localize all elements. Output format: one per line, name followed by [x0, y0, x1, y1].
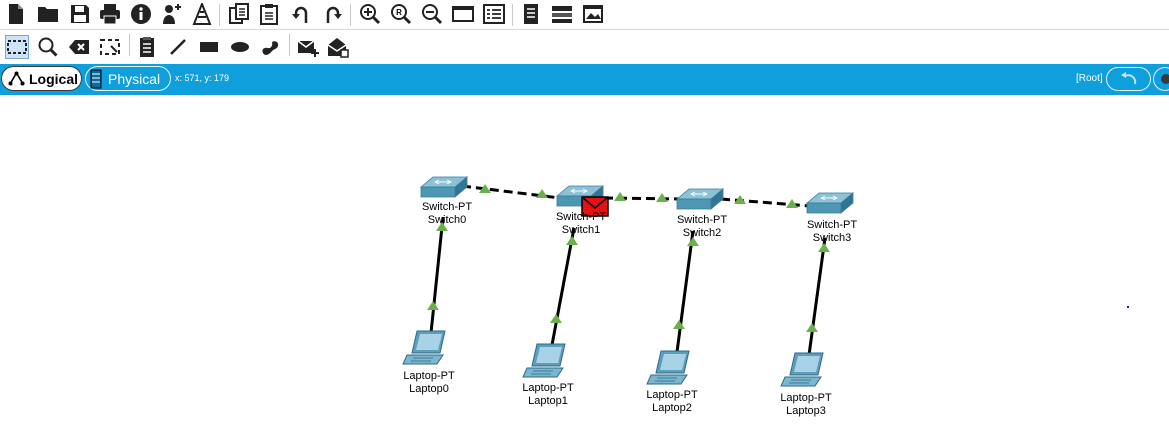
laptop0-icon[interactable] — [402, 330, 446, 365]
zoom-in-icon[interactable] — [358, 2, 382, 26]
notes-icon[interactable] — [519, 2, 543, 26]
laptop1-icon[interactable] — [522, 343, 566, 378]
link-laptop3-switch3[interactable] — [807, 237, 827, 356]
info-icon[interactable] — [129, 2, 153, 26]
tab-physical[interactable]: Physical — [85, 66, 171, 91]
link-laptop1-switch1[interactable] — [550, 227, 576, 346]
back-button[interactable] — [1106, 67, 1151, 91]
link-status-up-icon — [673, 320, 685, 329]
laptop3-type: Laptop-PT — [780, 392, 832, 404]
link-status-up-icon — [566, 236, 578, 245]
laptop2-icon[interactable] — [646, 350, 690, 385]
draw-ellipse-icon[interactable] — [228, 35, 252, 59]
switch2-type: Switch-PT — [676, 214, 728, 226]
paste-icon[interactable] — [257, 2, 281, 26]
link-switch2-switch3[interactable] — [720, 197, 811, 208]
main-toolbar: R — [0, 0, 1169, 30]
physical-view-icon — [90, 69, 102, 89]
switch1-type: Switch-PT — [555, 211, 607, 223]
switch3-icon[interactable] — [806, 192, 854, 214]
tools-toolbar — [0, 30, 1169, 64]
link-status-up-icon — [427, 301, 439, 310]
logical-workspace[interactable]: Switch-PT Switch0 Switch-PT Switch1 Swit… — [0, 95, 1169, 446]
activity-wizard-icon[interactable] — [160, 2, 184, 26]
link-laptop0-switch0[interactable] — [429, 216, 445, 334]
link-status-up-icon — [806, 323, 818, 332]
root-label: [Root] — [1076, 73, 1103, 84]
canvas-dot — [1127, 306, 1129, 308]
navigation-icon — [1161, 74, 1169, 84]
switch1-label: Switch-PT Switch1 — [536, 211, 626, 237]
pdu-icon[interactable] — [190, 2, 214, 26]
laptop3-icon[interactable] — [780, 352, 824, 387]
laptop2-label: Laptop-PT Laptop2 — [627, 389, 717, 415]
select-icon[interactable] — [5, 35, 29, 59]
logical-view-icon — [8, 71, 25, 86]
switch1-name: Switch1 — [561, 224, 601, 236]
place-note-icon[interactable] — [135, 35, 159, 59]
laptop3-label: Laptop-PT Laptop3 — [761, 392, 851, 418]
laptop2-type: Laptop-PT — [646, 389, 698, 401]
laptop0-name: Laptop0 — [409, 383, 449, 395]
inspect-icon[interactable] — [36, 35, 60, 59]
open-folder-icon[interactable] — [36, 2, 60, 26]
switch0-name: Switch0 — [427, 214, 467, 226]
switch3-type: Switch-PT — [806, 219, 858, 231]
tab-logical-label: Logical — [29, 70, 79, 87]
drawing-palette-icon[interactable] — [451, 2, 475, 26]
svg-text:R: R — [396, 8, 402, 17]
resize-shape-icon[interactable] — [98, 35, 122, 59]
print-icon[interactable] — [98, 2, 122, 26]
add-simple-pdu-icon[interactable] — [296, 35, 320, 59]
tab-physical-label: Physical — [108, 70, 161, 87]
custom-device-icon[interactable] — [482, 2, 506, 26]
tab-logical[interactable]: Logical — [1, 66, 82, 91]
link-status-up-icon — [536, 189, 548, 198]
new-file-icon[interactable] — [4, 2, 28, 26]
navigation-button[interactable] — [1153, 67, 1169, 91]
delete-icon[interactable] — [67, 35, 91, 59]
draw-line-icon[interactable] — [166, 35, 190, 59]
laptop1-label: Laptop-PT Laptop1 — [503, 382, 593, 408]
undo-icon[interactable] — [290, 2, 314, 26]
back-icon — [1121, 72, 1137, 85]
switch2-label: Switch-PT Switch2 — [657, 214, 747, 240]
screenshot-icon[interactable] — [581, 2, 605, 26]
switch0-label: Switch-PT Switch0 — [402, 201, 492, 227]
laptop1-name: Laptop1 — [528, 395, 568, 407]
redo-icon[interactable] — [320, 2, 344, 26]
zoom-out-icon[interactable] — [420, 2, 444, 26]
switch0-icon[interactable] — [420, 176, 468, 198]
view-list-icon[interactable] — [550, 2, 574, 26]
laptop2-name: Laptop2 — [652, 402, 692, 414]
switch2-name: Switch2 — [682, 227, 722, 239]
save-icon[interactable] — [68, 2, 92, 26]
laptop3-name: Laptop3 — [786, 405, 826, 417]
add-complex-pdu-icon[interactable] — [326, 35, 350, 59]
link-status-up-icon — [614, 192, 626, 201]
switch3-name: Switch3 — [812, 232, 852, 244]
draw-rectangle-icon[interactable] — [197, 35, 221, 59]
switch3-label: Switch-PT Switch3 — [787, 219, 877, 245]
link-status-up-icon — [550, 314, 562, 323]
cursor-coordinates: x: 571, y: 179 — [175, 73, 230, 83]
freeform-icon[interactable] — [258, 35, 282, 59]
link-laptop2-switch2[interactable] — [675, 230, 695, 353]
switch2-icon[interactable] — [676, 188, 724, 210]
link-switch1-switch2[interactable] — [603, 196, 681, 201]
laptop0-label: Laptop-PT Laptop0 — [384, 370, 474, 396]
laptop0-type: Laptop-PT — [403, 370, 455, 382]
zoom-reset-icon[interactable]: R — [389, 2, 413, 26]
laptop1-type: Laptop-PT — [522, 382, 574, 394]
workspace-bar: Logical Physical x: 571, y: 179 [Root] — [0, 64, 1169, 95]
switch0-type: Switch-PT — [421, 201, 473, 213]
copy-icon[interactable] — [227, 2, 251, 26]
